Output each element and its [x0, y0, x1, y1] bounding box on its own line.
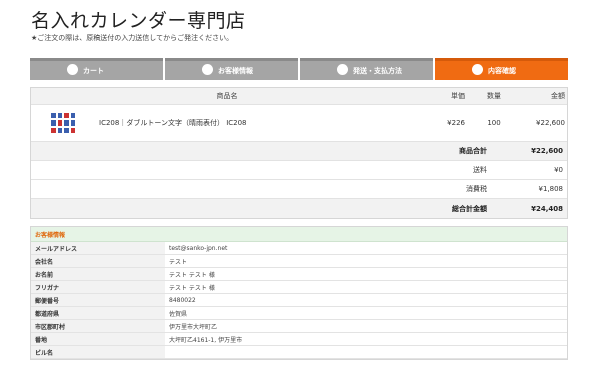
- shipping-label: 送料: [473, 166, 487, 174]
- step-circle-icon: [337, 64, 348, 75]
- quantity: 100: [487, 119, 501, 127]
- field-value: 佐賀県: [169, 310, 188, 318]
- step-circle-icon: [67, 64, 78, 75]
- total-row: 総合計金額 ¥24,408: [31, 199, 567, 218]
- field-row-company: 会社名 テスト: [31, 255, 567, 268]
- field-value: 大坪町乙4161-1, 伊万里市: [169, 336, 243, 344]
- step-customer-info: お客様情報: [165, 58, 298, 80]
- cart-header-row: 商品名 単価 数量 金額: [31, 88, 567, 105]
- field-label: 郵便番号: [31, 294, 165, 306]
- field-value: test@sanko-jpn.net: [169, 244, 228, 252]
- field-label: メールアドレス: [31, 242, 165, 254]
- field-label: ビル名: [31, 346, 165, 358]
- field-value: 8480022: [169, 296, 196, 304]
- step-label: 内容確認: [488, 66, 516, 75]
- header-quantity: 数量: [487, 92, 501, 100]
- field-label: 都道府県: [31, 307, 165, 319]
- table-row: IC208｜ダブルトーン文字（晴雨表付） IC208 ¥226 100 ¥22,…: [31, 105, 567, 142]
- field-row-furigana: フリガナ テスト テスト 様: [31, 281, 567, 294]
- customer-info-table: お客様情報 メールアドレス test@sanko-jpn.net 会社名 テスト…: [30, 226, 568, 360]
- subtotal-value: ¥22,600: [531, 147, 563, 155]
- field-value: 伊万里市大坪町乙: [169, 323, 218, 331]
- field-label: 会社名: [31, 255, 165, 267]
- field-row-prefecture: 都道府県 佐賀県: [31, 307, 567, 320]
- cart-table: 商品名 単価 数量 金額 IC208｜ダブルトーン文字（晴雨表付） IC208 …: [30, 87, 568, 219]
- header-unit-price: 単価: [451, 92, 465, 100]
- tax-label: 消費税: [466, 185, 487, 193]
- field-label: 市区郡町村: [31, 320, 165, 332]
- shipping-value: ¥0: [554, 166, 563, 174]
- field-label: 番地: [31, 333, 165, 345]
- tax-row: 消費税 ¥1,808: [31, 180, 567, 199]
- field-label: お名前: [31, 268, 165, 280]
- line-amount: ¥22,600: [536, 119, 565, 127]
- field-row-postal-code: 郵便番号 8480022: [31, 294, 567, 307]
- field-row-email: メールアドレス test@sanko-jpn.net: [31, 242, 567, 255]
- step-shipping-payment: 発送・支払方法: [300, 58, 433, 80]
- product-name: IC208｜ダブルトーン文字（晴雨表付） IC208: [99, 119, 247, 127]
- field-row-building: ビル名: [31, 346, 567, 359]
- field-row-name: お名前 テスト テスト 様: [31, 268, 567, 281]
- field-row-city: 市区郡町村 伊万里市大坪町乙: [31, 320, 567, 333]
- field-value: テスト テスト 様: [169, 284, 215, 292]
- step-circle-icon: [472, 64, 483, 75]
- step-label: 発送・支払方法: [353, 66, 402, 75]
- step-label: カート: [83, 66, 104, 75]
- step-confirm: 内容確認: [435, 58, 568, 80]
- checkout-steps: カート お客様情報 発送・支払方法 内容確認: [30, 58, 568, 80]
- product-thumbnail[interactable]: [49, 111, 77, 135]
- step-cart: カート: [30, 58, 163, 80]
- subtotal-label: 商品合計: [459, 147, 487, 155]
- field-label: フリガナ: [31, 281, 165, 293]
- site-title: 名入れカレンダー専門店: [31, 10, 246, 32]
- customer-info-title: お客様情報: [31, 227, 567, 242]
- field-value: テスト: [169, 258, 188, 266]
- header-amount: 金額: [551, 92, 565, 100]
- total-value: ¥24,408: [531, 204, 563, 213]
- field-row-street: 番地 大坪町乙4161-1, 伊万里市: [31, 333, 567, 346]
- subtotal-row: 商品合計 ¥22,600: [31, 142, 567, 161]
- unit-price: ¥226: [447, 119, 465, 127]
- step-label: お客様情報: [218, 66, 253, 75]
- header-product-name: 商品名: [216, 92, 238, 100]
- shipping-row: 送料 ¥0: [31, 161, 567, 180]
- step-circle-icon: [202, 64, 213, 75]
- total-label: 総合計金額: [452, 204, 487, 213]
- tax-value: ¥1,808: [538, 185, 564, 193]
- field-value: テスト テスト 様: [169, 271, 215, 279]
- order-notice: ★ご注文の際は、原稿送付の入力送信してからご発注ください。: [31, 34, 234, 42]
